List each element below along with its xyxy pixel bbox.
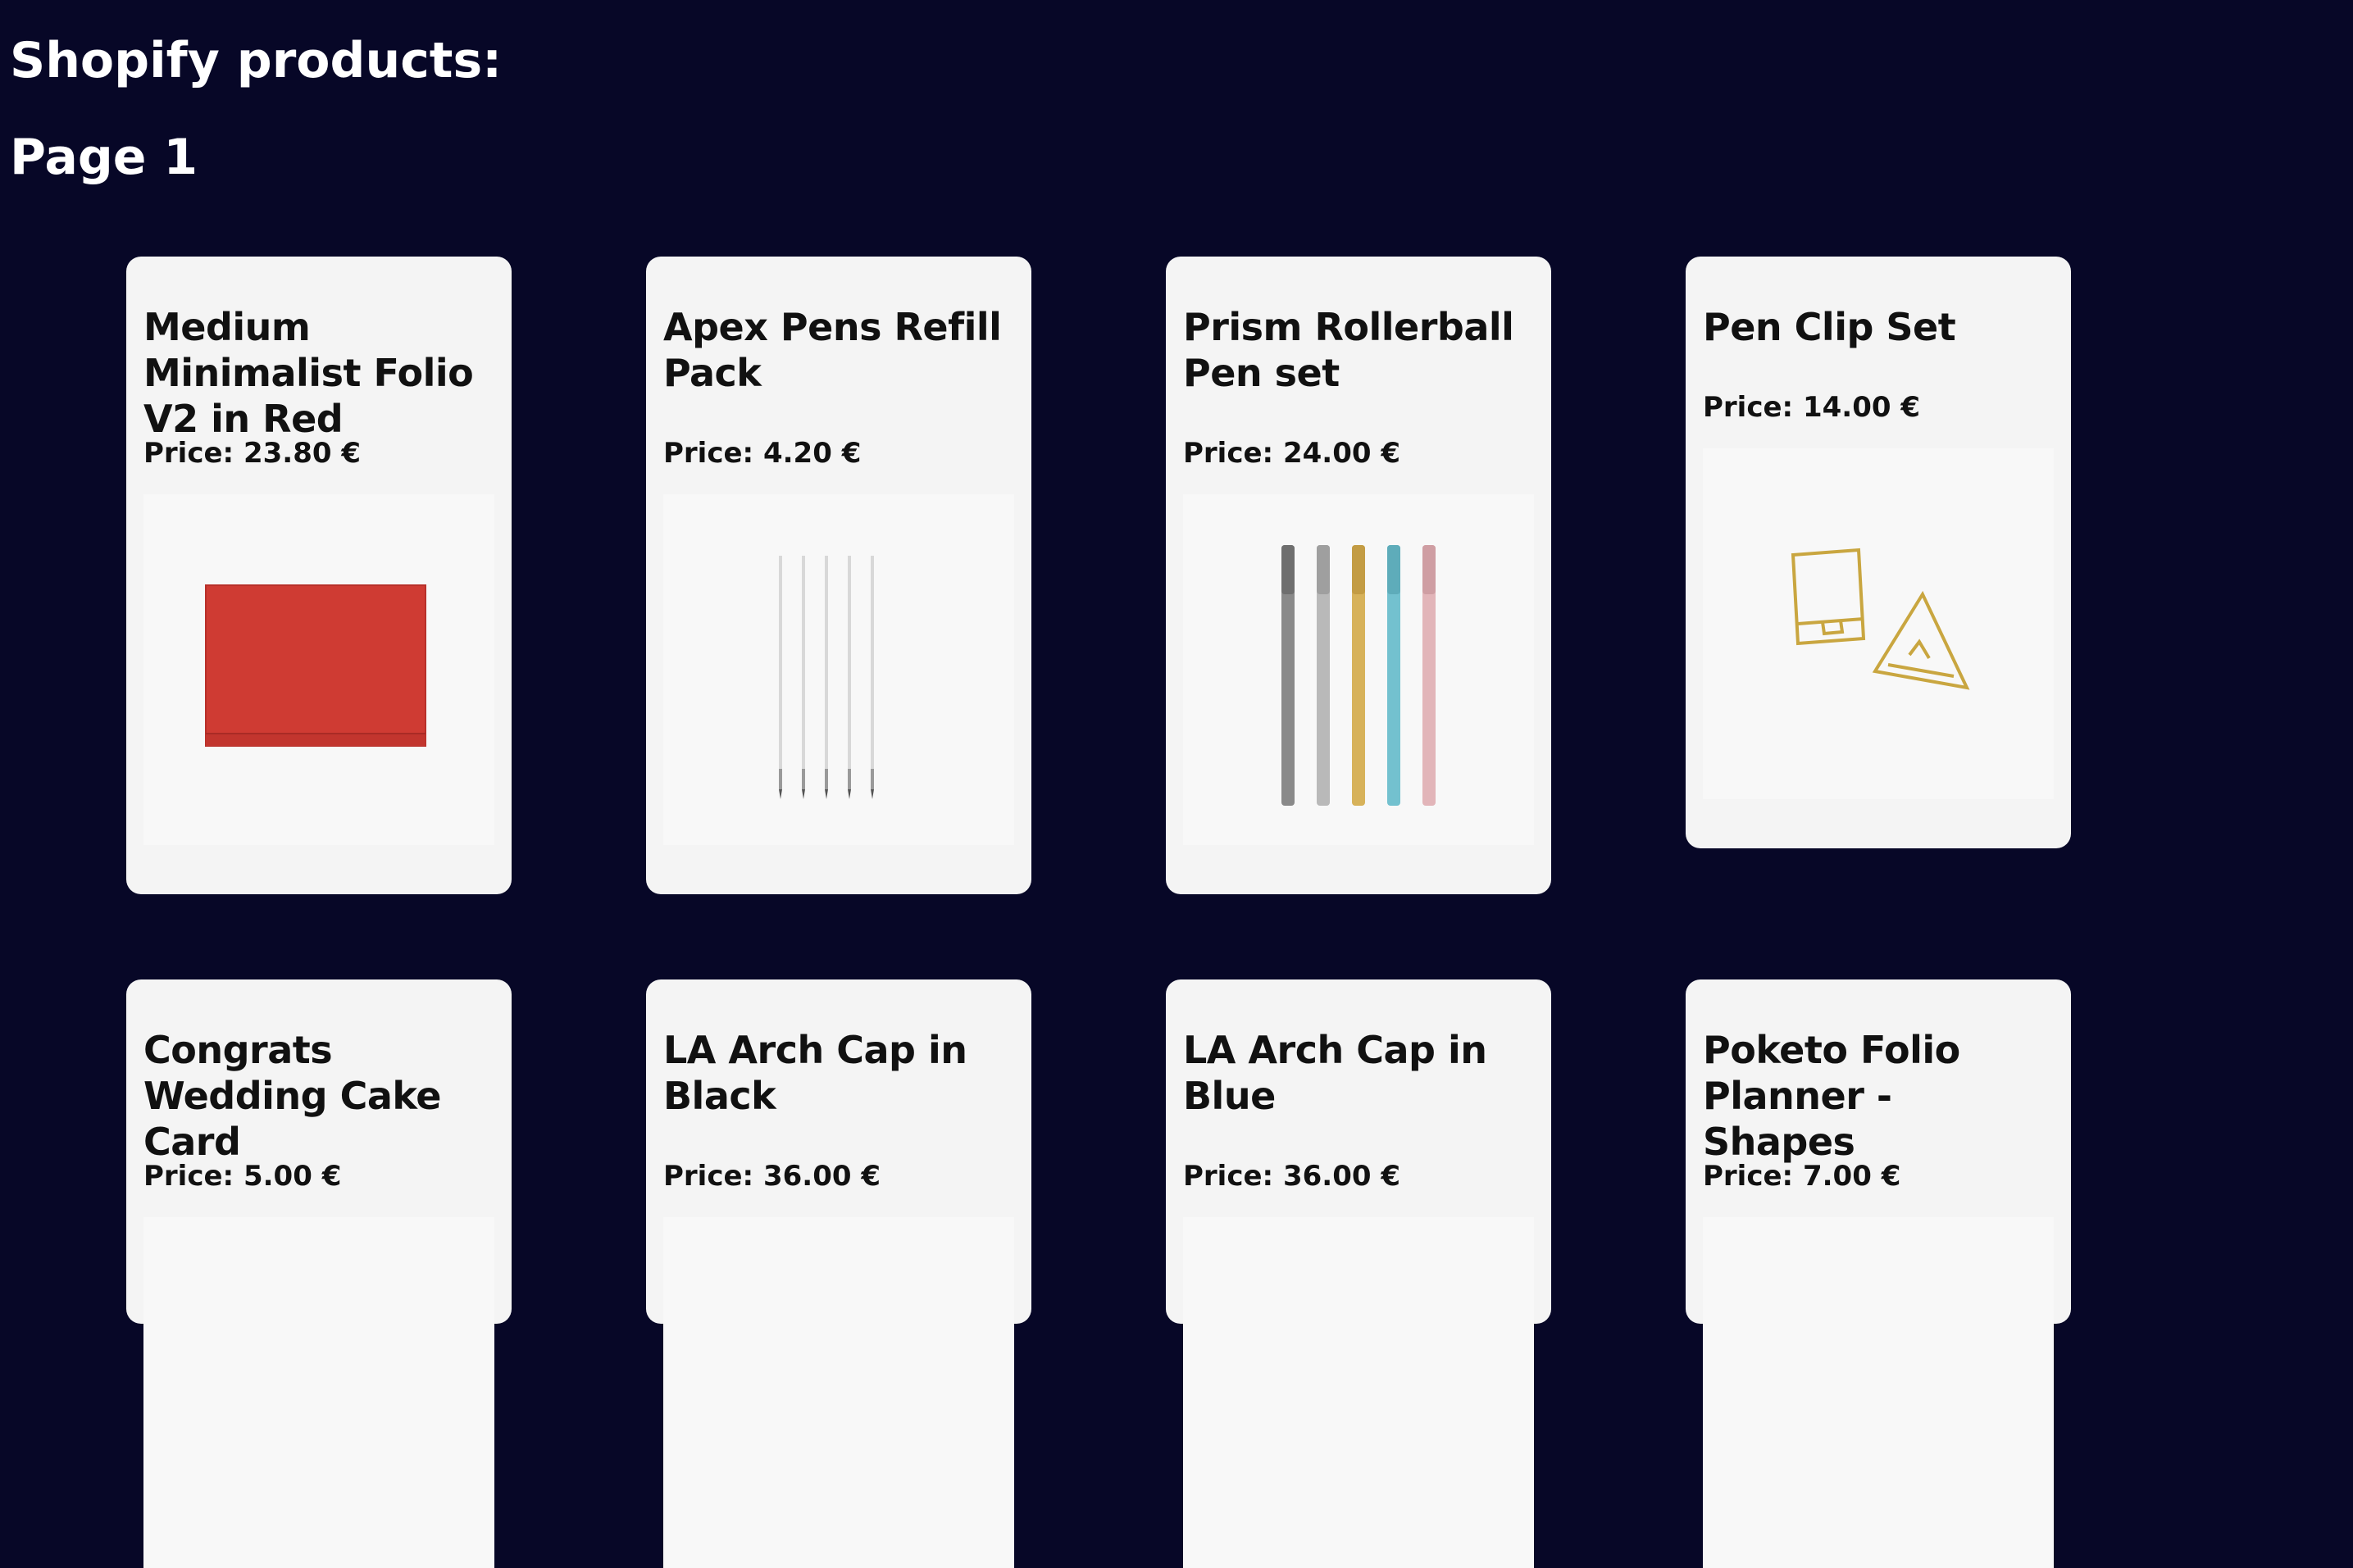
product-card[interactable]: Pen Clip Set Price: 14.00 € — [1686, 257, 2071, 848]
planner-image[interactable] — [1703, 1217, 2054, 1568]
gold-pen-clips-image[interactable] — [1703, 448, 2054, 799]
product-card[interactable]: Poketo Folio Planner - Shapes Price: 7.0… — [1686, 979, 2071, 1568]
red-folio-icon — [205, 584, 426, 747]
product-price: Price: 4.20 € — [663, 437, 862, 470]
rollerball-pens-icon — [1281, 545, 1436, 806]
card-image[interactable] — [143, 1217, 494, 1568]
pen-refills-icon — [779, 556, 874, 799]
product-price: Price: 5.00 € — [143, 1160, 342, 1193]
product-price: Price: 24.00 € — [1183, 437, 1401, 470]
product-title[interactable]: Congrats Wedding Cake Card — [143, 979, 494, 1164]
product-card[interactable]: LA Arch Cap in Blue Price: 36.00 € — [1166, 979, 1551, 1568]
product-card[interactable]: Prism Rollerball Pen set Price: 24.00 € — [1166, 257, 1551, 894]
product-price: Price: 23.80 € — [143, 437, 362, 470]
product-title[interactable]: Apex Pens Refill Pack — [663, 257, 1014, 396]
product-title[interactable]: Pen Clip Set — [1703, 257, 2054, 350]
product-card[interactable]: LA Arch Cap in Black Price: 36.00 € — [646, 979, 1031, 1568]
product-price: Price: 7.00 € — [1703, 1160, 1901, 1193]
product-title[interactable]: LA Arch Cap in Blue — [1183, 979, 1534, 1119]
page-title: Shopify products: — [10, 32, 503, 89]
product-title[interactable]: LA Arch Cap in Black — [663, 979, 1014, 1119]
page-number-heading: Page 1 — [10, 129, 198, 186]
product-card[interactable]: Apex Pens Refill Pack Price: 4.20 € — [646, 257, 1031, 894]
rollerball-pens-image[interactable] — [1183, 494, 1534, 845]
product-card[interactable]: Congrats Wedding Cake Card Price: 5.00 € — [126, 979, 512, 1568]
product-card[interactable]: Medium Minimalist Folio V2 in Red Price:… — [126, 257, 512, 894]
product-price: Price: 36.00 € — [663, 1160, 881, 1193]
pen-refills-image[interactable] — [663, 494, 1014, 845]
cap-image[interactable] — [663, 1217, 1014, 1568]
product-price: Price: 36.00 € — [1183, 1160, 1401, 1193]
red-folio-image[interactable] — [143, 494, 494, 845]
product-title[interactable]: Medium Minimalist Folio V2 in Red — [143, 257, 494, 441]
gold-pen-clips-icon — [1791, 548, 1970, 690]
product-title[interactable]: Prism Rollerball Pen set — [1183, 257, 1534, 396]
product-title[interactable]: Poketo Folio Planner - Shapes — [1703, 979, 2054, 1164]
cap-image[interactable] — [1183, 1217, 1534, 1568]
product-price: Price: 14.00 € — [1703, 391, 1921, 424]
